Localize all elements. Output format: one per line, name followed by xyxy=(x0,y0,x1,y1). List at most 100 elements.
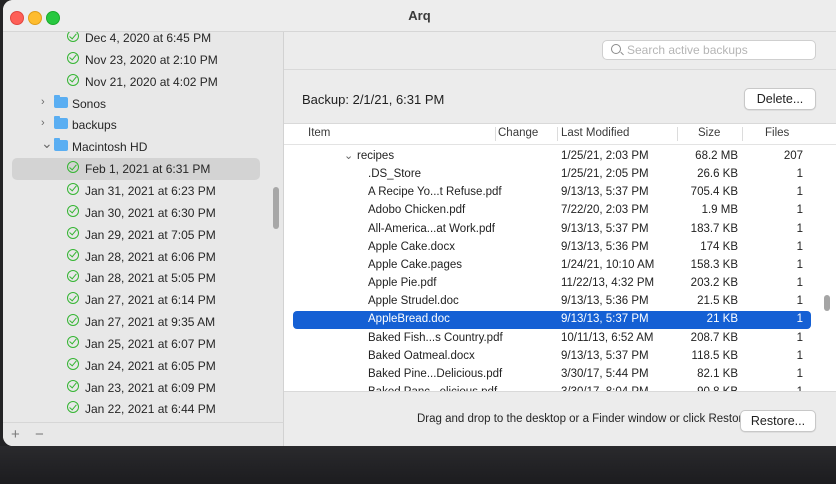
checkmark-circle-icon xyxy=(67,182,79,195)
sidebar-item-label: Jan 27, 2021 at 6:14 PM xyxy=(85,293,216,308)
cell-size: 183.7 KB xyxy=(690,222,738,235)
sidebar-item-label: Jan 30, 2021 at 6:30 PM xyxy=(85,205,216,220)
folder-icon xyxy=(54,94,68,108)
table-row[interactable]: Apple Pie.pdf 11/22/13, 4:32 PM 203.2 KB 1 xyxy=(293,275,811,293)
sidebar-backup-item[interactable]: Jan 24, 2021 at 6:05 PM xyxy=(3,355,273,377)
table-row[interactable]: Adobo Chicken.pdf 7/22/20, 2:03 PM 1.9 MB 1 xyxy=(293,202,811,220)
cell-files: 1 xyxy=(796,295,803,308)
restore-button[interactable]: Restore... xyxy=(740,410,816,432)
sidebar-backup-item[interactable]: Jan 22, 2021 at 6:44 PM xyxy=(3,398,273,420)
cell-files: 1 xyxy=(796,168,803,181)
main-panel: Search active backups Backup: 2/1/21, 6:… xyxy=(284,32,836,446)
sidebar-item-label: Jan 29, 2021 at 7:05 PM xyxy=(85,227,216,242)
table-row[interactable]: Baked Pine...Delicious.pdf 3/30/17, 5:44 … xyxy=(293,366,811,384)
column-header-size[interactable]: Size xyxy=(698,127,720,139)
search-icon xyxy=(611,44,621,54)
table-row[interactable]: Baked Oatmeal.docx 9/13/13, 5:37 PM 118.5 … xyxy=(293,348,811,366)
sidebar-item-label: Jan 28, 2021 at 5:05 PM xyxy=(85,271,216,286)
delete-button[interactable]: Delete... xyxy=(744,88,816,110)
sidebar-backup-item[interactable]: Nov 21, 2020 at 4:02 PM xyxy=(3,71,273,93)
cell-last-modified: 10/11/13, 6:52 AM xyxy=(561,331,654,344)
remove-button[interactable]: − xyxy=(35,426,44,443)
cell-last-modified: 3/30/17, 5:44 PM xyxy=(561,367,649,380)
cell-last-modified: 1/25/21, 2:03 PM xyxy=(561,150,649,162)
cell-item: All-America...at Work.pdf xyxy=(368,222,495,235)
sidebar-backup-item[interactable]: Nov 23, 2020 at 2:10 PM xyxy=(3,49,273,71)
sidebar-scrollbar[interactable] xyxy=(273,187,279,229)
table-row[interactable]: Apple Cake.docx 9/13/13, 5:36 PM 174 KB 1 xyxy=(293,239,811,257)
sidebar-folder-item[interactable]: › Sonos xyxy=(3,93,273,115)
table-row[interactable]: ⌄ recipes 1/25/21, 2:03 PM 68.2 MB 207 xyxy=(293,148,811,166)
cell-files: 1 xyxy=(796,258,803,271)
chevron-down-icon[interactable]: ⌄ xyxy=(41,135,53,152)
cell-item: A Recipe Yo...t Refuse.pdf xyxy=(368,186,502,199)
cell-last-modified: 9/13/13, 5:37 PM xyxy=(561,313,649,326)
chevron-right-icon[interactable]: › xyxy=(41,96,45,108)
add-button[interactable]: + xyxy=(11,426,20,443)
table-row[interactable]: All-America...at Work.pdf 9/13/13, 5:37 P… xyxy=(293,221,811,239)
cell-item: AppleBread.doc xyxy=(368,313,450,326)
sidebar-backup-item[interactable]: Jan 28, 2021 at 5:05 PM xyxy=(3,267,273,289)
chevron-right-icon[interactable]: › xyxy=(41,117,45,129)
cell-files: 1 xyxy=(796,204,803,217)
cell-files: 1 xyxy=(796,313,803,326)
cell-last-modified: 9/13/13, 5:36 PM xyxy=(561,295,649,308)
cell-last-modified: 9/13/13, 5:36 PM xyxy=(561,240,649,253)
cell-files: 1 xyxy=(796,331,803,344)
sidebar-backup-item[interactable]: Jan 27, 2021 at 6:14 PM xyxy=(3,289,273,311)
sidebar-backup-item[interactable]: Jan 25, 2021 at 6:07 PM xyxy=(3,333,273,355)
column-header-item[interactable]: Item xyxy=(308,127,330,139)
cell-size: 21 KB xyxy=(706,313,738,326)
column-divider xyxy=(495,127,496,141)
sidebar-backup-item[interactable]: Jan 27, 2021 at 9:35 AM xyxy=(3,311,273,333)
sidebar-folder-item[interactable]: ⌄ Macintosh HD xyxy=(3,135,273,158)
search-placeholder: Search active backups xyxy=(627,43,748,57)
sidebar-backup-item[interactable]: Feb 1, 2021 at 6:31 PM xyxy=(3,158,273,181)
cell-size: 26.6 KB xyxy=(697,168,738,181)
checkmark-circle-icon xyxy=(67,314,79,327)
arq-window: Arq Dec 4, 2020 at 6:45 PM Nov 23, 2020 a… xyxy=(3,0,836,446)
cell-size: 174 KB xyxy=(700,240,738,253)
search-input[interactable]: Search active backups xyxy=(602,40,816,60)
column-divider xyxy=(742,127,743,141)
cell-size: 118.5 KB xyxy=(691,349,738,362)
checkmark-circle-icon xyxy=(67,161,79,174)
cell-item: .DS_Store xyxy=(368,168,422,181)
sidebar-folder-item[interactable]: › backups xyxy=(3,114,273,136)
cell-last-modified: 1/25/21, 2:05 PM xyxy=(561,168,649,181)
column-header-last-modified[interactable]: Last Modified xyxy=(561,127,629,139)
sidebar-item-label: Jan 24, 2021 at 6:05 PM xyxy=(85,358,216,373)
cell-files: 207 xyxy=(783,150,803,162)
sidebar-item-label: Jan 31, 2021 at 6:23 PM xyxy=(85,183,216,198)
checkmark-circle-icon xyxy=(67,401,79,414)
sidebar-footer: + − xyxy=(3,422,284,446)
table-row[interactable]: A Recipe Yo...t Refuse.pdf 9/13/13, 5:37 … xyxy=(293,184,811,202)
cell-item: Baked Fish...s Country.pdf xyxy=(368,331,503,344)
cell-item: Adobo Chicken.pdf xyxy=(368,204,466,217)
cell-size: 158.3 KB xyxy=(690,258,738,271)
table-scrollbar[interactable] xyxy=(824,295,830,311)
sidebar-backup-item[interactable]: Jan 23, 2021 at 6:09 PM xyxy=(3,377,273,399)
table-row[interactable]: Apple Cake.pages 1/24/21, 10:10 AM 158.3 K… xyxy=(293,257,811,275)
table-row[interactable]: AppleBread.doc 9/13/13, 5:37 PM 21 KB 1 xyxy=(293,311,811,330)
column-divider xyxy=(677,127,678,141)
column-header-files[interactable]: Files xyxy=(765,127,789,139)
table-row[interactable]: Baked Fish...s Country.pdf 10/11/13, 6:52… xyxy=(293,330,811,348)
folder-icon xyxy=(54,138,68,152)
sidebar-item-label: Nov 23, 2020 at 2:10 PM xyxy=(85,52,218,67)
column-header-change[interactable]: Change xyxy=(498,127,538,139)
cell-last-modified: 7/22/20, 2:03 PM xyxy=(561,204,649,217)
sidebar-backup-item[interactable]: Jan 30, 2021 at 6:30 PM xyxy=(3,202,273,224)
sidebar-backup-item[interactable]: Jan 28, 2021 at 6:06 PM xyxy=(3,246,273,268)
sidebar-backup-item[interactable]: Dec 4, 2020 at 6:45 PM xyxy=(3,32,273,49)
cell-size: 68.2 MB xyxy=(695,150,738,162)
backup-sidebar: Dec 4, 2020 at 6:45 PM Nov 23, 2020 at 2:… xyxy=(3,32,284,422)
table-row[interactable]: Apple Strudel.doc 9/13/13, 5:36 PM 21.5 KB… xyxy=(293,293,811,311)
sidebar-item-label: Jan 22, 2021 at 6:44 PM xyxy=(85,402,216,417)
table-row[interactable]: .DS_Store 1/25/21, 2:05 PM 26.6 KB 1 xyxy=(293,166,811,184)
sidebar-backup-item[interactable]: Jan 31, 2021 at 6:23 PM xyxy=(3,180,273,202)
title-bar: Arq xyxy=(3,0,836,32)
sidebar-backup-item[interactable]: Jan 29, 2021 at 7:05 PM xyxy=(3,224,273,246)
checkmark-circle-icon xyxy=(67,204,79,217)
chevron-down-icon[interactable]: ⌄ xyxy=(344,149,353,162)
